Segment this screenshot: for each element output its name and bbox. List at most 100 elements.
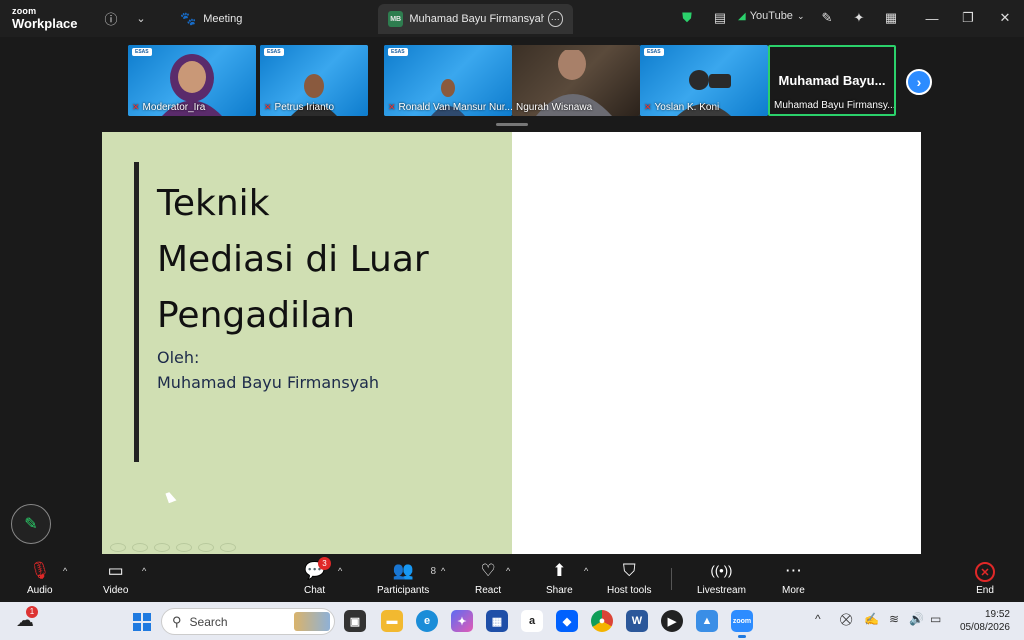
minimize-icon[interactable]: — bbox=[922, 8, 942, 28]
word-icon[interactable]: W bbox=[626, 610, 648, 632]
slide-left-panel: Teknik Mediasi di Luar Pengadilan Oleh: … bbox=[102, 132, 512, 554]
share-button[interactable]: ⬆ Share bbox=[546, 560, 573, 596]
chevron-down-icon[interactable]: ⌄ bbox=[131, 8, 151, 28]
show-hidden-icons-caret[interactable]: ^ bbox=[815, 612, 821, 626]
participant-name: ✕ Moderator_Ira bbox=[132, 102, 206, 113]
participant-tile[interactable]: ESAS ✕ Moderator_Ira bbox=[128, 45, 256, 116]
slide-control bbox=[132, 543, 148, 552]
video-options-caret[interactable]: ^ bbox=[142, 566, 146, 576]
host-tools-button[interactable]: ⛉ Host tools bbox=[607, 560, 651, 596]
wifi-icon[interactable]: ≋ bbox=[889, 612, 899, 626]
livestream-button[interactable]: ((•)) Livestream bbox=[697, 560, 746, 596]
participant-big-name: Muhamad Bayu... bbox=[778, 73, 886, 88]
react-label: React bbox=[475, 585, 502, 596]
file-explorer-icon[interactable]: ▬ bbox=[381, 610, 403, 632]
edge-icon[interactable]: e bbox=[416, 610, 438, 632]
participant-name: ✕ Petrus Irianto bbox=[264, 102, 335, 113]
participants-icon: 👥 8 bbox=[393, 560, 437, 582]
copilot-icon[interactable]: ✦ bbox=[451, 610, 473, 632]
participant-tile[interactable]: ESAS ✕ Petrus Irianto bbox=[260, 45, 368, 116]
more-button[interactable]: ⋯ More bbox=[782, 560, 805, 596]
camera-icon: ▭ bbox=[107, 561, 124, 580]
restore-icon[interactable]: ❐ bbox=[958, 8, 978, 28]
end-icon: ✕ bbox=[975, 562, 995, 582]
clock-date: 05/08/2026 bbox=[959, 622, 1010, 633]
meeting-toolbar: 🎙 Audio ^ ▭ Video ^ 💬 3 Chat ^ 👥 8 Partici… bbox=[0, 554, 1024, 602]
audio-options-caret[interactable]: ^ bbox=[63, 566, 67, 576]
chevron-right-icon: › bbox=[916, 74, 922, 90]
slide-control bbox=[198, 543, 214, 552]
chat-options-caret[interactable]: ^ bbox=[338, 566, 342, 576]
slide-by-label: Oleh: bbox=[157, 348, 200, 367]
react-options-caret[interactable]: ^ bbox=[506, 566, 510, 576]
participants-button[interactable]: 👥 8 Participants bbox=[377, 560, 437, 596]
mic-muted-icon: ✕ bbox=[264, 102, 272, 112]
taskbar-search[interactable]: ⚲ Search bbox=[161, 608, 335, 635]
clock-time: 19:52 bbox=[984, 609, 1010, 620]
tab-meeting[interactable]: 🐾 Meeting bbox=[170, 4, 252, 34]
chrome-icon[interactable]: ● bbox=[591, 610, 613, 632]
video-button[interactable]: ▭ Video bbox=[103, 560, 128, 596]
more-options-icon[interactable]: ··· bbox=[547, 11, 563, 27]
esas-logo: ESAS bbox=[388, 48, 408, 56]
participants-count: 8 bbox=[430, 566, 437, 577]
esas-logo: ESAS bbox=[132, 48, 152, 56]
mic-muted-icon: ✕ bbox=[132, 102, 140, 112]
audio-label: Audio bbox=[27, 585, 53, 596]
participant-tile-active-speaker[interactable]: Muhamad Bayu... Muhamad Bayu Firmansy... bbox=[768, 45, 896, 116]
apps-icon[interactable]: ▦ bbox=[881, 8, 901, 28]
search-placeholder: Search bbox=[189, 614, 228, 629]
zoom-taskbar-icon[interactable]: zoom bbox=[731, 610, 753, 638]
shield-icon: ⛉ bbox=[622, 561, 636, 580]
chevron-down-icon: ⌄ bbox=[796, 10, 805, 21]
close-icon[interactable]: ✕ bbox=[995, 8, 1015, 28]
amazon-icon[interactable]: a bbox=[521, 610, 543, 632]
security-tray-icon[interactable]: ⛒ bbox=[840, 612, 852, 627]
annotate-pen-button[interactable]: ✎ bbox=[11, 504, 51, 544]
slide-control bbox=[110, 543, 126, 552]
logo-line1: zoom bbox=[12, 6, 37, 16]
video-label: Video bbox=[103, 585, 129, 596]
participant-tile[interactable]: ESAS ✕ Ronald Van Mansur Nur... bbox=[384, 45, 512, 116]
taskbar-clock[interactable]: 19:52 05/08/2026 bbox=[954, 608, 1010, 634]
mic-muted-icon: 🎙 bbox=[28, 561, 51, 580]
store-icon[interactable]: ▦ bbox=[486, 610, 508, 632]
end-meeting-button[interactable]: ✕ End bbox=[975, 560, 995, 596]
media-player-icon[interactable]: ▶ bbox=[661, 610, 683, 632]
annotate-icon[interactable]: ✎ bbox=[817, 8, 837, 28]
react-button[interactable]: ♡ React bbox=[475, 560, 501, 596]
pen-tray-icon[interactable]: ✍ bbox=[864, 612, 879, 626]
mic-muted-icon: ✕ bbox=[644, 102, 652, 112]
search-icon: ⚲ bbox=[172, 613, 182, 629]
participant-tile[interactable]: Ngurah Wisnawa bbox=[512, 45, 640, 116]
volume-icon[interactable]: 🔊 bbox=[909, 612, 924, 626]
windows-start-icon[interactable] bbox=[133, 613, 151, 631]
youtube-stream-menu[interactable]: ◢ YouTube ⌄ bbox=[738, 10, 804, 22]
info-icon[interactable]: ⓘ bbox=[101, 8, 121, 28]
share-label: Share bbox=[546, 585, 573, 596]
zoom-workplace-logo: zoom Workplace bbox=[12, 6, 78, 31]
participants-options-caret[interactable]: ^ bbox=[441, 566, 445, 576]
tab-screen-share[interactable]: MB Muhamad Bayu Firmansyah's scre ··· bbox=[378, 4, 573, 34]
dropbox-icon[interactable]: ◆ bbox=[556, 610, 578, 632]
weather-widget[interactable]: ☁ 1 bbox=[16, 606, 38, 631]
gallery-resize-handle[interactable] bbox=[496, 123, 528, 126]
slide-title-line: Teknik bbox=[157, 183, 270, 224]
photos-icon[interactable]: ▲ bbox=[696, 610, 718, 632]
zoom-window: zoom Workplace ⓘ ⌄ 🐾 Meeting MB Muhamad … bbox=[0, 0, 1024, 640]
participant-name: Muhamad Bayu Firmansy... bbox=[774, 100, 896, 111]
shield-icon[interactable]: ⛊ bbox=[677, 8, 697, 28]
chat-button[interactable]: 💬 3 Chat bbox=[304, 557, 331, 596]
windows-taskbar: ☁ 1 ⚲ Search ▣ ▬ e ✦ ▦ a ◆ ● W ▶ ▲ zoom … bbox=[0, 602, 1024, 640]
chat-unread-badge: 3 bbox=[318, 557, 331, 570]
sparkle-icon[interactable]: ✦ bbox=[849, 8, 869, 28]
battery-icon[interactable]: ▭ bbox=[930, 612, 941, 626]
participant-tile[interactable]: ESAS ✕ Yoslan K. Koni bbox=[640, 45, 768, 116]
audio-button[interactable]: 🎙 Audio bbox=[27, 560, 53, 596]
pencil-icon: ✎ bbox=[24, 516, 38, 533]
tab-share-label: Muhamad Bayu Firmansyah's scre bbox=[409, 13, 543, 25]
notes-icon[interactable]: ▤ bbox=[710, 8, 730, 28]
gallery-next-button[interactable]: › bbox=[906, 69, 932, 95]
share-options-caret[interactable]: ^ bbox=[584, 566, 588, 576]
task-view-icon[interactable]: ▣ bbox=[344, 610, 366, 632]
